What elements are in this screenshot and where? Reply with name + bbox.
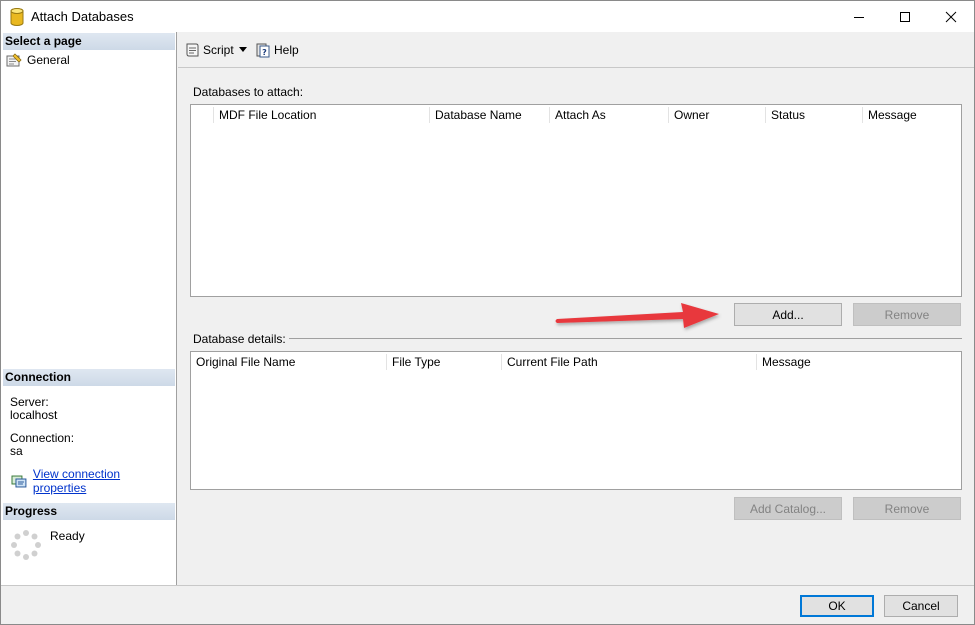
databases-grid-header: MDF File Location Database Name Attach A…: [191, 105, 961, 124]
maximize-icon: [900, 11, 910, 22]
column-header-status[interactable]: Status: [765, 107, 862, 123]
database-details-label: Database details:: [193, 332, 289, 346]
maximize-button[interactable]: [882, 1, 928, 32]
column-header-original-file-name[interactable]: Original File Name: [191, 354, 386, 370]
script-label: Script: [203, 43, 234, 57]
connection-value: sa: [10, 444, 23, 458]
close-icon: [945, 11, 957, 22]
progress-spinner-icon: [11, 530, 41, 560]
select-page-header: Select a page: [3, 33, 175, 50]
toolbar: Script ? Help: [178, 32, 974, 68]
column-header-database-name[interactable]: Database Name: [429, 107, 549, 123]
databases-to-attach-grid[interactable]: MDF File Location Database Name Attach A…: [190, 104, 962, 297]
close-button[interactable]: [928, 1, 974, 32]
column-header-file-type[interactable]: File Type: [386, 354, 501, 370]
dialog-footer: OK Cancel: [1, 585, 974, 624]
script-dropdown-icon[interactable]: [238, 46, 248, 54]
add-catalog-button[interactable]: Add Catalog...: [734, 497, 842, 520]
connection-properties-icon: [11, 475, 27, 488]
database-icon: [10, 8, 24, 26]
remove-details-button[interactable]: Remove: [853, 497, 961, 520]
column-header-current-file-path[interactable]: Current File Path: [501, 354, 756, 370]
connection-header: Connection: [3, 369, 175, 386]
column-header-details-message[interactable]: Message: [756, 354, 961, 370]
general-page-icon: [6, 53, 22, 67]
server-value: localhost: [10, 408, 58, 422]
svg-text:?: ?: [262, 48, 267, 57]
script-button[interactable]: Script: [184, 40, 234, 60]
title-bar: Attach Databases: [1, 1, 974, 32]
add-button[interactable]: Add...: [734, 303, 842, 326]
minimize-button[interactable]: [836, 1, 882, 32]
left-panel: Select a page General Connection Server:…: [1, 32, 177, 585]
attach-databases-window: Attach Databases Select a page General C…: [0, 0, 975, 625]
help-label: Help: [274, 43, 299, 57]
minimize-icon: [854, 16, 864, 18]
view-connection-properties-text[interactable]: View connection properties: [33, 467, 176, 495]
window-title: Attach Databases: [31, 9, 134, 24]
database-details-grid[interactable]: Original File Name File Type Current Fil…: [190, 351, 962, 490]
details-grid-header: Original File Name File Type Current Fil…: [191, 352, 961, 371]
column-header-mdf-file-location[interactable]: MDF File Location: [213, 107, 429, 123]
help-button[interactable]: ? Help: [255, 40, 299, 60]
red-arrow-icon: [555, 303, 719, 328]
page-item-label: General: [27, 53, 70, 67]
column-header-message[interactable]: Message: [862, 107, 961, 123]
column-header-attach-as[interactable]: Attach As: [549, 107, 668, 123]
progress-status: Ready: [50, 529, 85, 543]
cancel-button[interactable]: Cancel: [884, 595, 958, 617]
progress-header: Progress: [3, 503, 175, 520]
databases-to-attach-label: Databases to attach:: [193, 85, 307, 99]
details-separator: [281, 338, 962, 339]
script-icon: [186, 43, 199, 57]
server-label: Server:: [10, 395, 49, 409]
connection-label: Connection:: [10, 431, 75, 445]
view-connection-properties-link[interactable]: View connection properties: [11, 467, 176, 495]
help-icon: ?: [256, 43, 270, 58]
column-header-owner[interactable]: Owner: [668, 107, 765, 123]
remove-attach-button[interactable]: Remove: [853, 303, 961, 326]
ok-button[interactable]: OK: [800, 595, 874, 617]
page-item-general[interactable]: General: [6, 52, 70, 68]
